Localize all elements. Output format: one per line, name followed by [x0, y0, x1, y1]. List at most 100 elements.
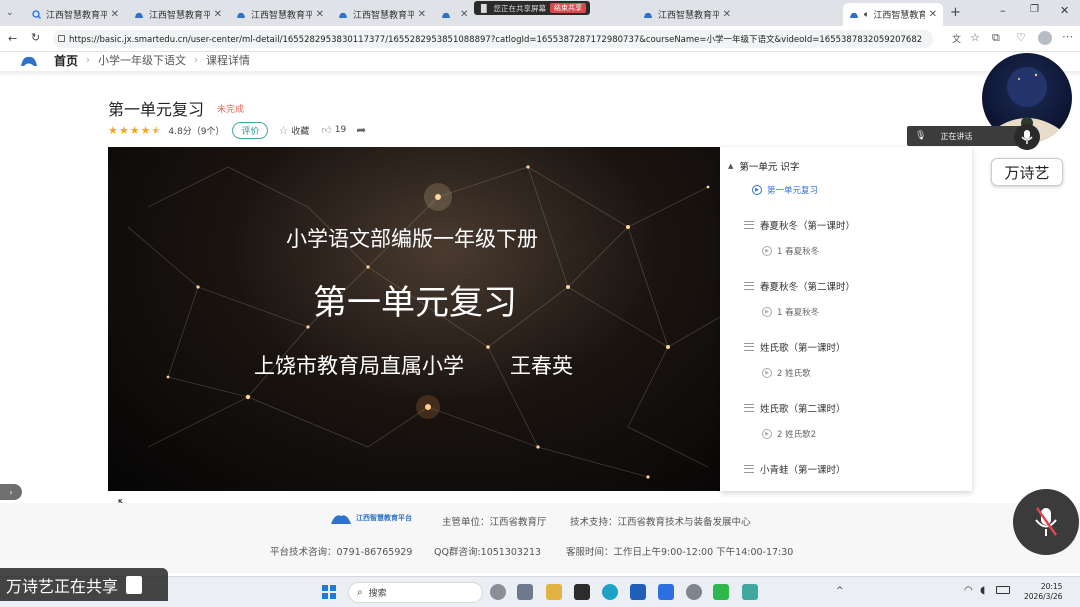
status-badge: 未完成 — [217, 105, 245, 115]
chapter-list-icon — [744, 465, 754, 473]
file-explorer-icon[interactable] — [546, 584, 562, 600]
site-logo-icon[interactable] — [19, 53, 39, 72]
tab-label: 江西智慧教育平台 — [353, 11, 414, 21]
close-tab-icon[interactable]: ✕ — [418, 9, 426, 20]
close-tab-icon[interactable]: ✕ — [316, 9, 324, 20]
playlist-item-label: 春夏秋冬（第二课时） — [760, 282, 856, 293]
close-tab-icon[interactable]: ✕ — [111, 9, 119, 20]
breadcrumb-course[interactable]: 小学一年级下语文 — [98, 52, 186, 68]
breadcrumb-home[interactable]: 首页 — [54, 52, 78, 69]
tab-audio-icon[interactable]: 🔈︎ — [864, 10, 869, 20]
footer-sponsor: 主管单位：江西省教育厅 — [442, 517, 547, 528]
playlist-chapter[interactable]: 春夏秋冬（第一课时） — [744, 218, 855, 232]
like-button[interactable]: 👍︎ 19 — [321, 124, 346, 136]
favorite-button[interactable]: ☆ 收藏 — [278, 124, 309, 137]
url-input[interactable]: https://basic.jx.smartedu.cn/user-center… — [53, 30, 933, 48]
favorite-label: 收藏 — [291, 126, 310, 137]
tab-label: 江西智慧教育平台 — [46, 11, 107, 21]
reload-icon[interactable]: ↻ — [31, 31, 40, 44]
lesson-circle-icon: ▶ — [762, 246, 772, 256]
extensions-icon[interactable]: ⧉ — [992, 31, 1000, 45]
wifi-icon[interactable]: ◠ — [964, 585, 973, 596]
tray-chevron-icon[interactable]: ^ — [836, 586, 844, 596]
collections-icon[interactable]: ♡ — [1016, 31, 1026, 44]
tab-label: 江西智慧教育平台 — [251, 11, 312, 21]
mute-microphone-button[interactable] — [1013, 489, 1079, 555]
start-menu-icon[interactable] — [322, 585, 336, 599]
playlist-lesson[interactable]: ▶ 2 姓氏歌 — [762, 367, 811, 379]
playlist-lesson[interactable]: ▶ 2 姓氏歌2 — [762, 428, 816, 440]
playlist-item-label: 1 春夏秋冬 — [777, 308, 820, 318]
browser-tab[interactable]: 江西智慧教育平台 ✕ — [332, 3, 432, 26]
tab-label: 江西智慧教育平台 — [873, 11, 925, 21]
close-tab-icon[interactable]: ✕ — [214, 9, 222, 20]
browser-tab[interactable]: 江西智慧教育平台 ✕ — [230, 3, 330, 26]
taskbar-search-input[interactable]: ⌕ 搜索 — [348, 582, 483, 603]
tab-list-chevron-icon[interactable]: ⌄ — [6, 8, 14, 18]
more-menu-icon[interactable]: ⋯ — [1062, 30, 1073, 43]
favorite-star-icon[interactable]: ☆ — [970, 31, 980, 44]
video-school: 上饶市教育局直属小学 — [254, 354, 464, 378]
translate-icon[interactable]: 文 — [952, 32, 961, 45]
playlist-lesson[interactable]: ▶ 1 春夏秋冬 — [762, 306, 819, 318]
playlist-unit-header[interactable]: ▲ 第一单元 识字 — [728, 159, 799, 173]
video-player[interactable]: 小学语文部编版一年级下册 第一单元复习 上饶市教育局直属小学 王春英 — [108, 147, 720, 491]
footer-tech-support: 技术支持：江西省教育技术与装备发展中心 — [570, 517, 751, 528]
playlist-item-label: 小青蛙（第一课时） — [760, 465, 846, 476]
battery-icon[interactable] — [996, 586, 1010, 594]
playlist-chapter[interactable]: 姓氏歌（第二课时） — [744, 401, 846, 415]
close-tab-icon[interactable]: ✕ — [723, 9, 731, 20]
new-tab-button[interactable]: + — [950, 5, 961, 20]
restore-button[interactable]: ❐ — [1030, 4, 1039, 15]
share-arrow-icon[interactable]: ➦ — [356, 123, 366, 137]
browser-address-bar: ← ↻ https://basic.jx.smartedu.cn/user-ce… — [0, 26, 1080, 52]
star-icon: ★ — [140, 123, 151, 137]
app-icon[interactable] — [630, 584, 646, 600]
browser-tab[interactable]: 江西智慧教育平台✕ — [435, 3, 471, 26]
playlist-chapter[interactable]: 姓氏歌（第一课时） — [744, 340, 846, 354]
chapter-list-icon — [744, 221, 754, 229]
browser-tab[interactable]: 🔈︎ 江西智慧教育平台 ✕ — [843, 3, 943, 26]
pinned-app-icon[interactable] — [742, 584, 758, 600]
minimize-button[interactable]: – — [1000, 4, 1006, 17]
speaking-label: 正在讲话 — [940, 131, 973, 141]
playlist-unit-title: 第一单元 识字 — [739, 162, 800, 173]
star-outline-icon: ☆ — [278, 123, 289, 137]
close-window-button[interactable]: ✕ — [1060, 4, 1069, 17]
speaking-indicator: 🎙︎ 正在讲话 — [907, 126, 1031, 146]
playlist-item-label: 2 姓氏歌 — [777, 369, 811, 379]
share-document-icon[interactable] — [126, 575, 143, 594]
playlist-chapter[interactable]: 春夏秋冬（第二课时） — [744, 279, 855, 293]
playlist-item-label: 姓氏歌（第二课时） — [760, 404, 846, 415]
playlist-lesson[interactable]: ▶ 1 春夏秋冬 — [762, 245, 819, 257]
wechat-icon[interactable] — [713, 584, 729, 600]
settings-gear-icon[interactable] — [686, 584, 702, 600]
volume-icon[interactable]: ◖ — [980, 585, 985, 596]
back-icon[interactable]: ← — [8, 32, 17, 45]
browser-tab[interactable]: 江西智慧教育平台 ✕ — [128, 3, 228, 26]
playlist-chapter[interactable]: 小青蛙（第一课时） — [744, 462, 846, 476]
end-share-button[interactable]: 结束共享 — [550, 3, 587, 13]
meeting-app-icon[interactable] — [658, 584, 674, 600]
taskview-icon[interactable] — [490, 584, 506, 600]
browser-tab[interactable]: 江西智慧教育平台✕ — [637, 3, 737, 26]
video-title: 第一单元复习 — [313, 283, 517, 323]
terminal-icon[interactable] — [574, 584, 590, 600]
footer-service-hours: 客服时间：工作日上午9:00-12:00 下午14:00-17:30 — [566, 547, 794, 558]
close-tab-icon[interactable]: ✕ — [460, 9, 468, 20]
playlist-item-label: 第一单元复习 — [767, 186, 819, 196]
playlist-item-label: 春夏秋冬（第一课时） — [760, 221, 856, 232]
tab-label: 江西智慧教育平台 — [149, 11, 210, 21]
profile-avatar[interactable] — [1038, 31, 1052, 45]
expand-side-panel-button[interactable]: › — [0, 484, 22, 500]
close-tab-icon[interactable]: ✕ — [929, 9, 937, 20]
taskbar-clock[interactable]: 20:15 2026/3/26 — [1024, 582, 1062, 602]
widgets-icon[interactable] — [517, 584, 533, 600]
lock-icon[interactable] — [58, 35, 65, 42]
edge-browser-icon[interactable] — [602, 584, 618, 600]
chapter-list-icon — [744, 282, 754, 290]
playlist-lesson[interactable]: ▶ 第一单元复习 — [752, 184, 818, 196]
playlist-item-label: 姓氏歌（第一课时） — [760, 343, 846, 354]
rate-button[interactable]: 评价 — [232, 121, 269, 139]
browser-tab[interactable]: 江西智慧教育平台 ✕ — [25, 3, 125, 26]
